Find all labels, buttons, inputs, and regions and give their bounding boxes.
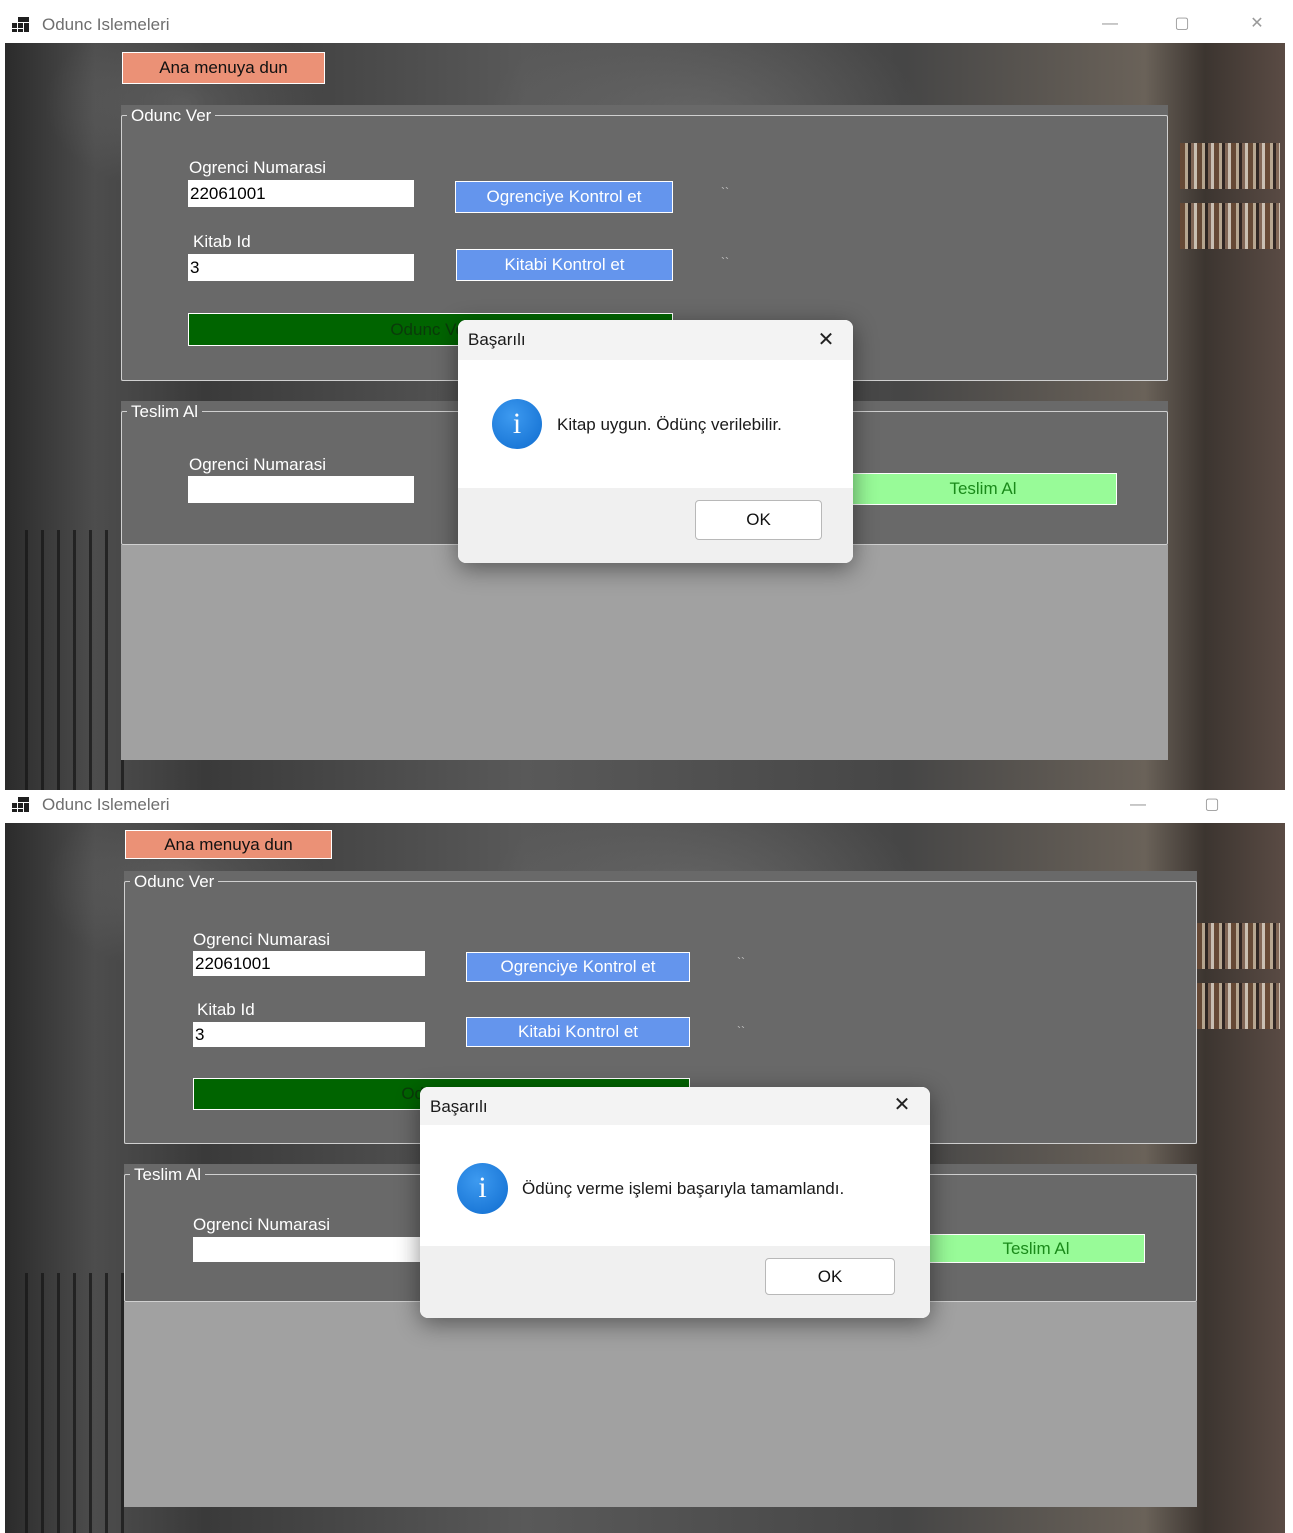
minimize-button[interactable]: — (1123, 792, 1153, 818)
return-group-legend: Teslim Al (127, 402, 203, 422)
lend-group-legend: Odunc Ver (127, 106, 216, 126)
maximize-button[interactable]: ▢ (1167, 11, 1197, 37)
book-id-label: Kitab Id (197, 1000, 255, 1019)
student-number-input[interactable] (193, 951, 425, 976)
return-button[interactable]: Teslim Al (849, 473, 1117, 505)
ok-button[interactable]: OK (695, 500, 822, 540)
app-icon (12, 797, 30, 812)
dialog-message: Kitap uygun. Ödünç verilebilir. (557, 415, 782, 434)
check-student-button[interactable]: Ogrenciye Kontrol et (466, 952, 690, 982)
book-id-input[interactable] (193, 1022, 425, 1047)
return-student-number-input[interactable] (188, 476, 414, 503)
dialog-title-bar: Başarılı ✕ (420, 1087, 930, 1125)
background-bookshelf (1180, 203, 1280, 249)
back-to-menu-button[interactable]: Ana menuya dun (125, 830, 332, 859)
book-status-label: `` (737, 1024, 745, 1038)
back-to-menu-button[interactable]: Ana menuya dun (122, 52, 325, 84)
dialog-title-bar: Başarılı ✕ (458, 320, 853, 360)
background-railing (25, 530, 125, 790)
close-button[interactable]: ✕ (1242, 11, 1272, 37)
window-screenshot-2: Odunc Islemeleri — ▢ Ana menuya dun Odun… (5, 790, 1285, 1533)
dialog-footer: OK (458, 488, 853, 563)
form-client-area: Ana menuya dun Odunc Ver Ogrenci Numaras… (5, 43, 1285, 790)
dialog-close-icon[interactable]: ✕ (812, 326, 840, 354)
minimize-button[interactable]: — (1095, 11, 1125, 37)
info-icon: i (492, 399, 542, 449)
window-title: Odunc Islemeleri (42, 15, 170, 34)
student-number-input[interactable] (188, 180, 414, 207)
check-student-button[interactable]: Ogrenciye Kontrol et (455, 181, 673, 213)
return-group-legend: Teslim Al (130, 1165, 206, 1185)
form-client-area: Ana menuya dun Odunc Ver Ogrenci Numaras… (5, 823, 1285, 1533)
records-panel (124, 1302, 1197, 1507)
info-icon: i (457, 1163, 508, 1214)
return-button[interactable]: Teslim Al (927, 1234, 1145, 1263)
student-number-label: Ogrenci Numarasi (193, 930, 330, 949)
lend-group-legend: Odunc Ver (130, 872, 219, 892)
dialog-message: Ödünç verme işlemi başarıyla tamamlandı. (522, 1179, 845, 1198)
dialog-body: i Kitap uygun. Ödünç verilebilir. (458, 360, 853, 488)
check-book-button[interactable]: Kitabi Kontrol et (456, 249, 673, 281)
maximize-button[interactable]: ▢ (1197, 792, 1227, 818)
return-student-number-input[interactable] (193, 1237, 425, 1262)
dialog-close-icon[interactable]: ✕ (888, 1091, 916, 1119)
background-bookshelf (1180, 143, 1280, 189)
dialog-title: Başarılı (468, 330, 526, 349)
book-id-input[interactable] (188, 254, 414, 281)
return-student-number-label: Ogrenci Numarasi (193, 1215, 330, 1234)
records-panel (121, 545, 1168, 760)
title-bar: Odunc Islemeleri — ▢ (5, 790, 1285, 823)
dialog-title: Başarılı (430, 1097, 488, 1116)
book-id-label: Kitab Id (193, 232, 251, 251)
message-dialog: Başarılı ✕ i Ödünç verme işlemi başarıyl… (420, 1087, 930, 1318)
student-status-label: `` (737, 955, 745, 969)
student-status-label: `` (721, 185, 729, 199)
message-dialog: Başarılı ✕ i Kitap uygun. Ödünç verilebi… (458, 320, 853, 563)
dialog-footer: OK (420, 1246, 930, 1318)
return-student-number-label: Ogrenci Numarasi (189, 455, 326, 474)
window-title: Odunc Islemeleri (42, 795, 170, 814)
dialog-body: i Ödünç verme işlemi başarıyla tamamland… (420, 1125, 930, 1246)
window-screenshot-1: Odunc Islemeleri — ▢ ✕ Ana menuya dun Od… (5, 5, 1285, 790)
check-book-button[interactable]: Kitabi Kontrol et (466, 1017, 690, 1047)
title-bar: Odunc Islemeleri — ▢ ✕ (5, 5, 1285, 43)
ok-button[interactable]: OK (765, 1258, 895, 1295)
student-number-label: Ogrenci Numarasi (189, 158, 326, 177)
book-status-label: `` (721, 255, 729, 269)
background-railing (25, 1273, 125, 1533)
app-icon (12, 17, 30, 32)
